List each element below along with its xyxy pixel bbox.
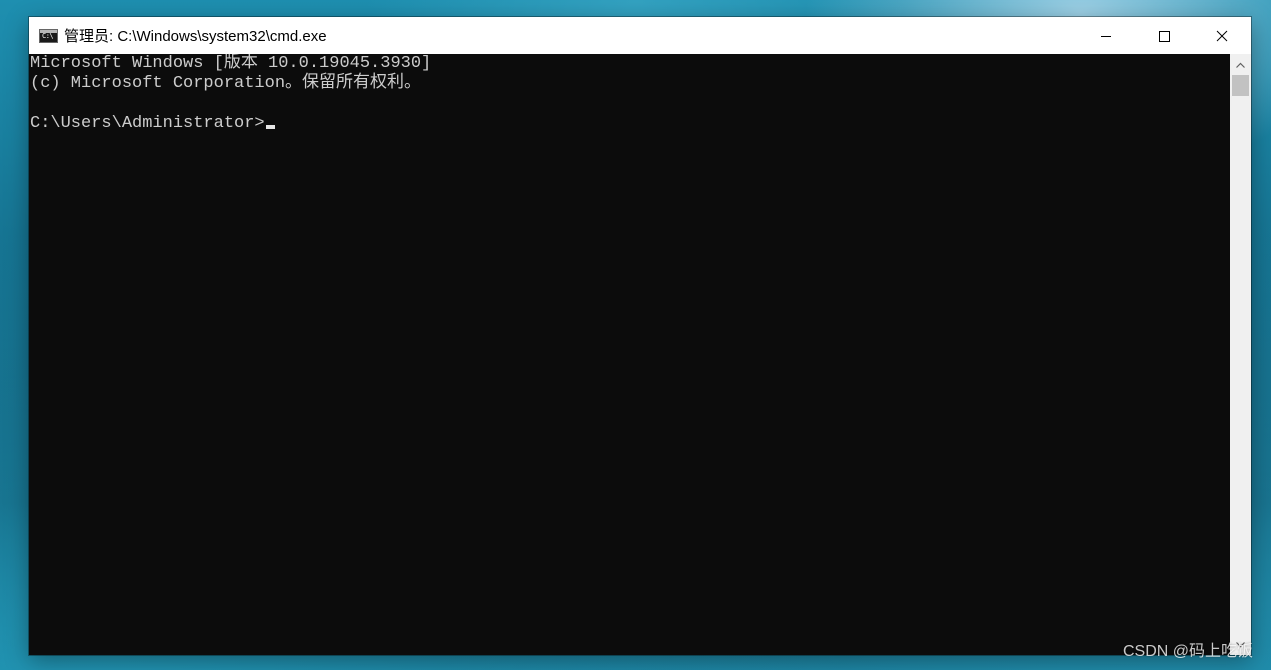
- chevron-up-icon: [1236, 62, 1245, 68]
- cmd-console-icon[interactable]: [39, 28, 58, 43]
- command-prompt: C:\Users\Administrator>: [30, 114, 265, 133]
- window-title: 管理员: C:\Windows\system32\cmd.exe: [64, 28, 327, 45]
- close-icon: [1216, 30, 1228, 41]
- csdn-watermark: CSDN @码上吃饭: [1122, 643, 1253, 660]
- console-line-copyright: (c) Microsoft Corporation。保留所有权利。: [30, 74, 422, 93]
- title-bar[interactable]: 管理员: C:\Windows\system32\cmd.exe: [29, 17, 1251, 54]
- maximize-button[interactable]: [1135, 17, 1193, 54]
- text-cursor: [265, 125, 275, 129]
- console-output[interactable]: Microsoft Windows [版本 10.0.19045.3930] (…: [29, 54, 1230, 655]
- maximize-icon: [1159, 30, 1170, 42]
- cmd-window[interactable]: 管理员: C:\Windows\system32\cmd.exe Micros: [29, 17, 1251, 655]
- vertical-scrollbar[interactable]: [1230, 54, 1251, 655]
- console-line-version: Microsoft Windows [版本 10.0.19045.3930]: [30, 54, 432, 73]
- scroll-up-button[interactable]: [1230, 54, 1251, 75]
- console-prompt-line[interactable]: C:\Users\Administrator>: [29, 114, 1230, 134]
- close-button[interactable]: [1193, 17, 1251, 54]
- minimize-button[interactable]: [1077, 17, 1135, 54]
- scroll-thumb[interactable]: [1232, 75, 1249, 96]
- minimize-icon: [1101, 35, 1111, 37]
- caption-buttons: [1077, 17, 1251, 54]
